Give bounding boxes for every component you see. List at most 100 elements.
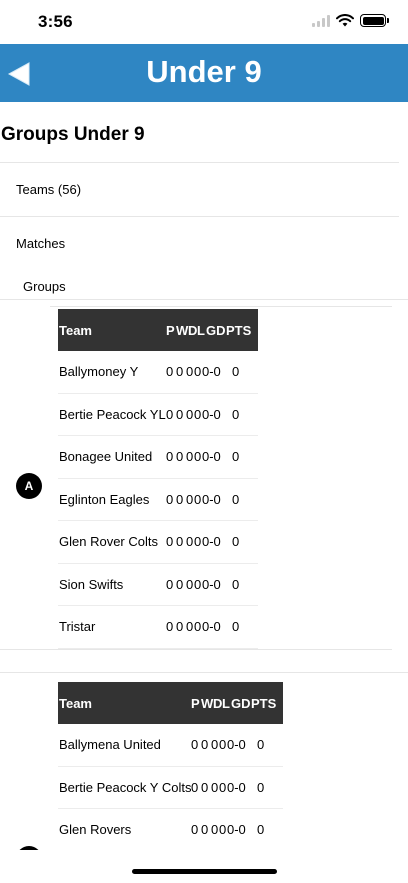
table-row[interactable]: Bonagee United 0 0 0 0 0-0 0 <box>58 436 258 479</box>
table-row[interactable]: Tristar 0 0 0 0 0-0 0 <box>58 606 258 649</box>
table-row[interactable]: Sion Swifts 0 0 0 0 0-0 0 <box>58 564 258 606</box>
header-d: D <box>188 322 198 338</box>
header-gd: GD <box>231 695 251 711</box>
won-cell: 0 <box>176 449 184 465</box>
drawn-cell: 0 <box>186 534 194 550</box>
won-cell: 0 <box>176 619 184 635</box>
header-pts: PTS <box>251 695 277 711</box>
drawn-cell: 0 <box>211 779 219 795</box>
divider <box>0 672 408 673</box>
played-cell: 0 <box>191 779 199 795</box>
drawn-cell: 0 <box>186 619 194 635</box>
home-indicator[interactable] <box>132 869 277 874</box>
won-cell: 0 <box>201 737 209 753</box>
group-table: Team P W D L GD PTS Ballymena United 0 0 0 0… <box>58 682 283 850</box>
goal-difference-cell: 0-0 <box>202 449 221 465</box>
table-row[interactable]: Glen Rover Colts 0 0 0 0 0-0 0 <box>58 521 258 564</box>
drawn-cell: 0 <box>186 576 194 592</box>
lost-cell: 0 <box>219 737 227 753</box>
lost-cell: 0 <box>219 779 227 795</box>
goal-difference-cell: 0-0 <box>202 576 221 592</box>
page-title: Groups Under 9 <box>1 124 145 145</box>
drawn-cell: 0 <box>186 491 194 507</box>
table-row[interactable]: Eglinton Eagles 0 0 0 0 0-0 0 <box>58 479 258 521</box>
lost-cell: 0 <box>194 406 202 422</box>
team-name: Bonagee United <box>59 449 153 465</box>
lost-cell: 0 <box>219 822 227 838</box>
table-row[interactable]: Glen Rovers 0 0 0 0 0-0 0 <box>58 809 283 850</box>
lost-cell: 0 <box>194 576 202 592</box>
header-team: Team <box>59 695 92 711</box>
played-cell: 0 <box>166 534 174 550</box>
points-cell: 0 <box>257 737 265 753</box>
status-bar: 3:56 <box>0 0 408 44</box>
table-row[interactable]: Ballymoney Y 0 0 0 0 0-0 0 <box>58 351 258 394</box>
points-cell: 0 <box>232 619 240 635</box>
table-row[interactable]: Bertie Peacock YL 0 0 0 0 0-0 0 <box>58 394 258 436</box>
table-header: Team P W D L GD PTS <box>58 682 283 724</box>
goal-difference-cell: 0-0 <box>202 619 221 635</box>
team-name: Sion Swifts <box>59 576 124 592</box>
goal-difference-cell: 0-0 <box>227 822 246 838</box>
goal-difference-cell: 0-0 <box>202 406 221 422</box>
table-row[interactable]: Bertie Peacock Y Colts 0 0 0 0 0-0 0 <box>58 767 283 809</box>
points-cell: 0 <box>232 449 240 465</box>
header-gd: GD <box>206 322 226 338</box>
header-d: D <box>213 695 223 711</box>
lost-cell: 0 <box>194 449 202 465</box>
points-cell: 0 <box>232 576 240 592</box>
lost-cell: 0 <box>194 364 202 380</box>
team-name: Bertie Peacock Y Colts <box>59 779 192 795</box>
group-badge <box>16 846 42 850</box>
won-cell: 0 <box>201 822 209 838</box>
battery-icon <box>360 14 389 27</box>
played-cell: 0 <box>166 619 174 635</box>
points-cell: 0 <box>232 406 240 422</box>
header-team: Team <box>59 322 92 338</box>
cellular-signal-icon <box>312 14 330 27</box>
table-row[interactable]: Ballymena United 0 0 0 0 0-0 0 <box>58 724 283 767</box>
lost-cell: 0 <box>194 491 202 507</box>
group-table: Team P W D L GD PTS Ballymoney Y 0 0 0 0 0-0 0… <box>58 309 258 649</box>
team-name: Eglinton Eagles <box>59 491 150 507</box>
drawn-cell: 0 <box>186 364 194 380</box>
goal-difference-cell: 0-0 <box>202 534 221 550</box>
team-name: Glen Rover Colts <box>59 534 158 550</box>
header-l: L <box>222 695 230 711</box>
team-name: Ballymena United <box>59 737 161 753</box>
goal-difference-cell: 0-0 <box>227 779 246 795</box>
points-cell: 0 <box>257 822 265 838</box>
teams-link[interactable]: Teams (56) <box>16 182 81 197</box>
played-cell: 0 <box>166 406 174 422</box>
played-cell: 0 <box>166 491 174 507</box>
team-name: Glen Rovers <box>59 822 132 838</box>
goal-difference-cell: 0-0 <box>202 491 221 507</box>
played-cell: 0 <box>166 364 174 380</box>
nav-bar: Under 9 <box>0 44 408 102</box>
played-cell: 0 <box>191 737 199 753</box>
won-cell: 0 <box>176 576 184 592</box>
nav-title: Under 9 <box>146 54 262 89</box>
drawn-cell: 0 <box>211 822 219 838</box>
drawn-cell: 0 <box>186 406 194 422</box>
divider <box>50 306 392 307</box>
won-cell: 0 <box>176 364 184 380</box>
table-header: Team P W D L GD PTS <box>58 309 258 351</box>
divider <box>0 162 399 163</box>
team-name: Bertie Peacock YL <box>59 406 166 422</box>
matches-link[interactable]: Matches <box>16 236 65 251</box>
groups-link[interactable]: Groups <box>23 279 66 294</box>
status-time: 3:56 <box>38 12 73 31</box>
points-cell: 0 <box>232 534 240 550</box>
group-badge: A <box>16 473 42 499</box>
played-cell: 0 <box>166 449 174 465</box>
goal-difference-cell: 0-0 <box>202 364 221 380</box>
goal-difference-cell: 0-0 <box>227 737 246 753</box>
won-cell: 0 <box>176 491 184 507</box>
status-icons <box>312 14 389 27</box>
points-cell: 0 <box>232 364 240 380</box>
header-w: W <box>176 322 189 338</box>
lost-cell: 0 <box>194 619 202 635</box>
groups-list: A Team P W D L GD PTS Ballymoney Y 0 0 0 0 0-… <box>0 300 408 850</box>
played-cell: 0 <box>191 822 199 838</box>
